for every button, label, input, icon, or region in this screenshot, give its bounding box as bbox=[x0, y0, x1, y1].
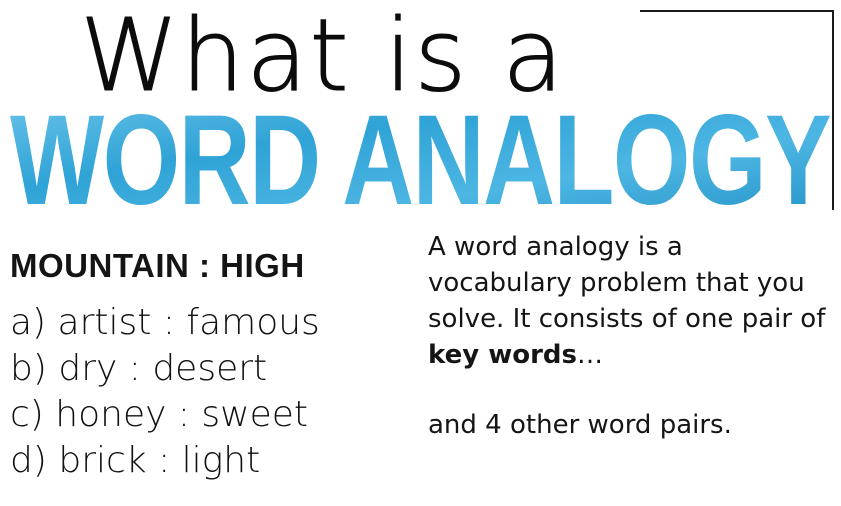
description-text-1: A word analogy is a vocabulary problem t… bbox=[428, 232, 826, 334]
description-paragraph: A word analogy is a vocabulary problem t… bbox=[428, 229, 833, 373]
option-b: b) dry : desert bbox=[10, 348, 268, 389]
option-d: d) brick : light bbox=[10, 440, 261, 481]
frame-top-border bbox=[640, 10, 833, 12]
option-c: c) honey : sweet bbox=[10, 394, 309, 435]
description: A word analogy is a vocabulary problem t… bbox=[428, 229, 833, 443]
title-line-2-graphic: WORD ANALOGY bbox=[10, 96, 832, 224]
description-ellipsis: … bbox=[577, 340, 604, 370]
key-pair-heading: MOUNTAIN : HIGH bbox=[10, 247, 305, 284]
answer-options: a) artist : famous b) dry : desert c) ho… bbox=[10, 300, 410, 484]
description-paragraph-2: and 4 other word pairs. bbox=[428, 410, 732, 440]
option-a: a) artist : famous bbox=[10, 302, 320, 343]
title-line-2: WORD ANALOGY bbox=[10, 96, 835, 224]
title-line-2-text: WORD ANALOGY bbox=[10, 96, 830, 224]
description-gap bbox=[428, 373, 833, 407]
key-words-emphasis: key words bbox=[428, 340, 578, 370]
